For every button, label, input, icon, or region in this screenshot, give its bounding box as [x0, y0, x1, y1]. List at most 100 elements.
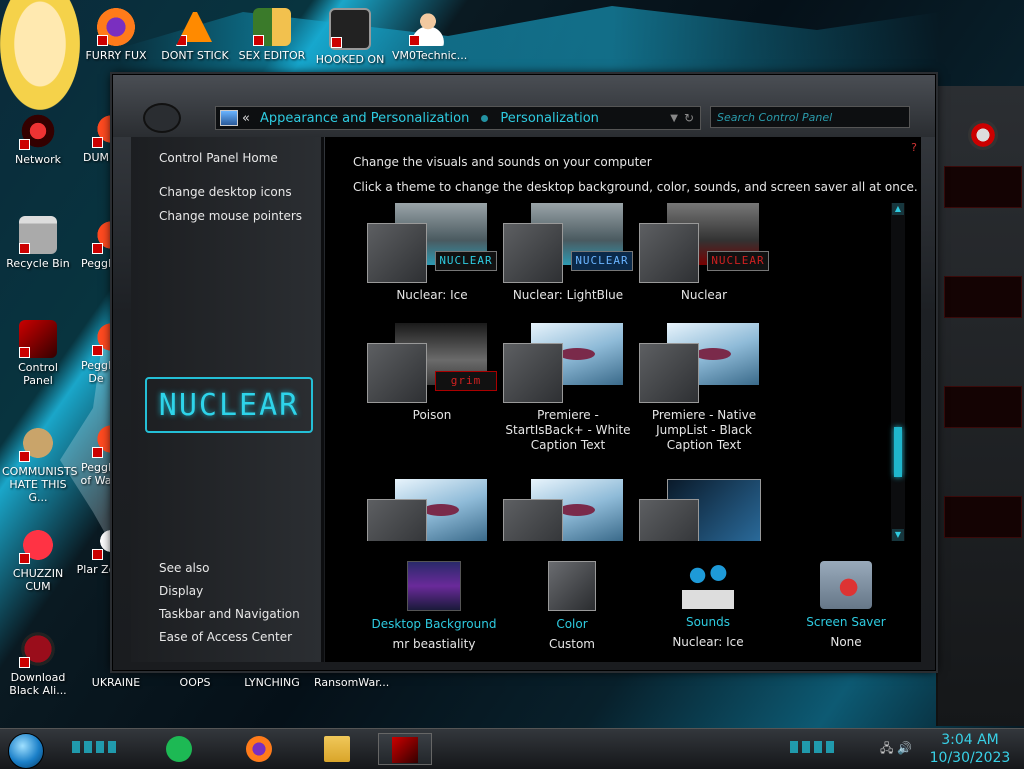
desktop-icon-sex-editor[interactable]: SEX EDITOR	[236, 8, 308, 62]
desktop-icon-oops[interactable]: OOPS	[159, 676, 231, 689]
network-icon[interactable]: 🖧	[880, 741, 893, 755]
content-pane: ? Change the visuals and sounds on your …	[325, 137, 921, 662]
theme-item[interactable]: Premiere - StartIsBack+ - White Caption …	[503, 323, 633, 453]
theme-item[interactable]: NUCLEAR Nuclear	[639, 203, 769, 303]
see-also-taskbar[interactable]: Taskbar and Navigation	[159, 607, 300, 621]
hooked-on-icon	[329, 8, 371, 50]
taskbar-explorer[interactable]	[310, 733, 364, 765]
sidebar-link-home[interactable]: Control Panel Home	[159, 151, 321, 165]
window-header: « Appearance and Personalization Persona…	[113, 75, 935, 137]
money-bag-icon	[19, 424, 57, 462]
theme-item[interactable]: NUCLEAR Nuclear: LightBlue	[503, 203, 633, 303]
doctor-icon	[409, 8, 447, 46]
control-panel-icon	[220, 110, 238, 126]
breadcrumb-appearance[interactable]: Appearance and Personalization	[260, 111, 469, 126]
control-panel-icon	[392, 737, 418, 763]
see-also-display[interactable]: Display	[159, 584, 300, 598]
clock-date: 10/30/2023	[929, 750, 1011, 766]
taskbar-firefox[interactable]	[232, 733, 286, 765]
nuclear-logo: NUCLEAR	[145, 377, 313, 433]
gadget-panel	[936, 86, 1024, 726]
network-icon	[19, 112, 57, 150]
gadget-readout	[944, 276, 1022, 318]
address-bar[interactable]: « Appearance and Personalization Persona…	[215, 106, 701, 130]
cartoon-character-left	[0, 0, 80, 110]
personalization-window: « Appearance and Personalization Persona…	[112, 74, 936, 671]
desktop-background-icon	[407, 561, 461, 611]
chevron-down-icon[interactable]: ▼	[670, 113, 678, 124]
refresh-icon[interactable]: ↻	[684, 111, 694, 125]
volume-icon[interactable]: 🔊	[897, 741, 912, 755]
scroll-down-icon[interactable]: ▼	[892, 529, 904, 541]
recycle-bin-icon	[19, 216, 57, 254]
desktop-icon-furry-fux[interactable]: FURRY FUX	[80, 8, 152, 62]
desktop-icon-network[interactable]: Network	[2, 112, 74, 166]
screen-saver-icon	[820, 561, 872, 609]
see-also-title: See also	[159, 561, 210, 575]
theme-list-scrollbar[interactable]: ▲ ▼	[891, 203, 905, 541]
taskbar-spotify[interactable]	[152, 733, 206, 765]
taskbar-decoration	[72, 741, 120, 753]
taskbar-control-panel[interactable]	[378, 733, 432, 765]
theme-item[interactable]: grim Poison	[367, 323, 497, 423]
desktop-icon-control-panel[interactable]: Control Panel	[2, 320, 74, 387]
clock-time: 3:04 AM	[941, 732, 999, 748]
desktop-icon-black-alien[interactable]: Download Black Ali...	[2, 630, 74, 697]
clock[interactable]: 3:04 AM 10/30/2023	[920, 731, 1020, 767]
desktop-icon-chuzzin[interactable]: CHUZZIN CUM	[2, 526, 74, 593]
taskbar: 🖧 🔊 3:04 AM 10/30/2023	[0, 728, 1024, 769]
desktop-icon-vm0technic[interactable]: VM0Technic...	[392, 8, 467, 62]
window-orb-icon	[143, 103, 181, 133]
theme-item[interactable]	[367, 479, 497, 541]
desktop-icon-hooked-on[interactable]: HOOKED ON	[314, 8, 386, 66]
sounds-icon	[682, 561, 734, 609]
control-panel-icon	[19, 320, 57, 358]
page-subtitle: Click a theme to change the desktop back…	[353, 180, 918, 194]
desktop-icon-communists[interactable]: COMMUNISTS HATE THIS G...	[2, 424, 78, 504]
gadget-readout	[944, 386, 1022, 428]
breadcrumb-overflow[interactable]: «	[242, 111, 250, 126]
alienware-logo-icon	[968, 120, 998, 150]
spotify-icon	[166, 736, 192, 762]
sidebar-link-desktop-icons[interactable]: Change desktop icons	[159, 185, 321, 199]
see-also-section: See also Display Taskbar and Navigation …	[131, 561, 300, 653]
gadget-readout	[944, 166, 1022, 208]
sounds-button[interactable]: Sounds Nuclear: Ice	[643, 561, 773, 649]
breadcrumb-personalization[interactable]: Personalization	[500, 111, 599, 126]
theme-list: NUCLEAR Nuclear: Ice NUCLEAR Nuclear: Li…	[353, 203, 887, 541]
desktop-icon-recycle-bin[interactable]: Recycle Bin	[2, 216, 74, 270]
scrollbar-thumb[interactable]	[894, 427, 902, 477]
screen-saver-button[interactable]: Screen Saver None	[781, 561, 911, 649]
black-alien-icon	[19, 630, 57, 668]
desktop-icon-ukraine[interactable]: UKRAINE	[80, 676, 152, 689]
theme-item[interactable]	[639, 479, 769, 541]
hxd-icon	[253, 8, 291, 46]
sidebar: Control Panel Home Change desktop icons …	[131, 137, 324, 662]
desktop-icon-dont-stick[interactable]: DONT STICK	[159, 8, 231, 62]
theme-item[interactable]: NUCLEAR Nuclear: Ice	[367, 203, 497, 303]
vlc-icon	[176, 8, 214, 46]
chuzzle-icon	[19, 526, 57, 564]
desktop-icon-ransomware[interactable]: RansomWar...	[314, 676, 389, 689]
help-icon[interactable]: ?	[911, 141, 917, 154]
firefox-icon	[97, 8, 135, 46]
theme-item[interactable]	[503, 479, 633, 541]
start-orb-icon[interactable]	[8, 733, 44, 769]
folder-icon	[324, 736, 350, 762]
sidebar-link-mouse-pointers[interactable]: Change mouse pointers	[159, 209, 321, 223]
breadcrumb-separator-icon	[481, 114, 489, 122]
personalization-settings-bar: Desktop Background mr beastiality Color …	[325, 555, 921, 655]
search-input[interactable]	[710, 106, 910, 128]
gadget-readout	[944, 496, 1022, 538]
system-tray: 🖧 🔊	[880, 739, 912, 760]
page-title: Change the visuals and sounds on your co…	[353, 155, 652, 169]
scroll-up-icon[interactable]: ▲	[892, 203, 904, 215]
desktop-background-button[interactable]: Desktop Background mr beastiality	[369, 561, 499, 651]
taskbar-decoration	[790, 741, 838, 753]
see-also-ease-of-access[interactable]: Ease of Access Center	[159, 630, 300, 644]
color-button[interactable]: Color Custom	[507, 561, 637, 651]
desktop-icon-lynching[interactable]: LYNCHING	[236, 676, 308, 689]
color-swatch-icon	[548, 561, 596, 611]
theme-item[interactable]: Premiere - Native JumpList - Black Capti…	[639, 323, 769, 453]
firefox-icon	[246, 736, 272, 762]
